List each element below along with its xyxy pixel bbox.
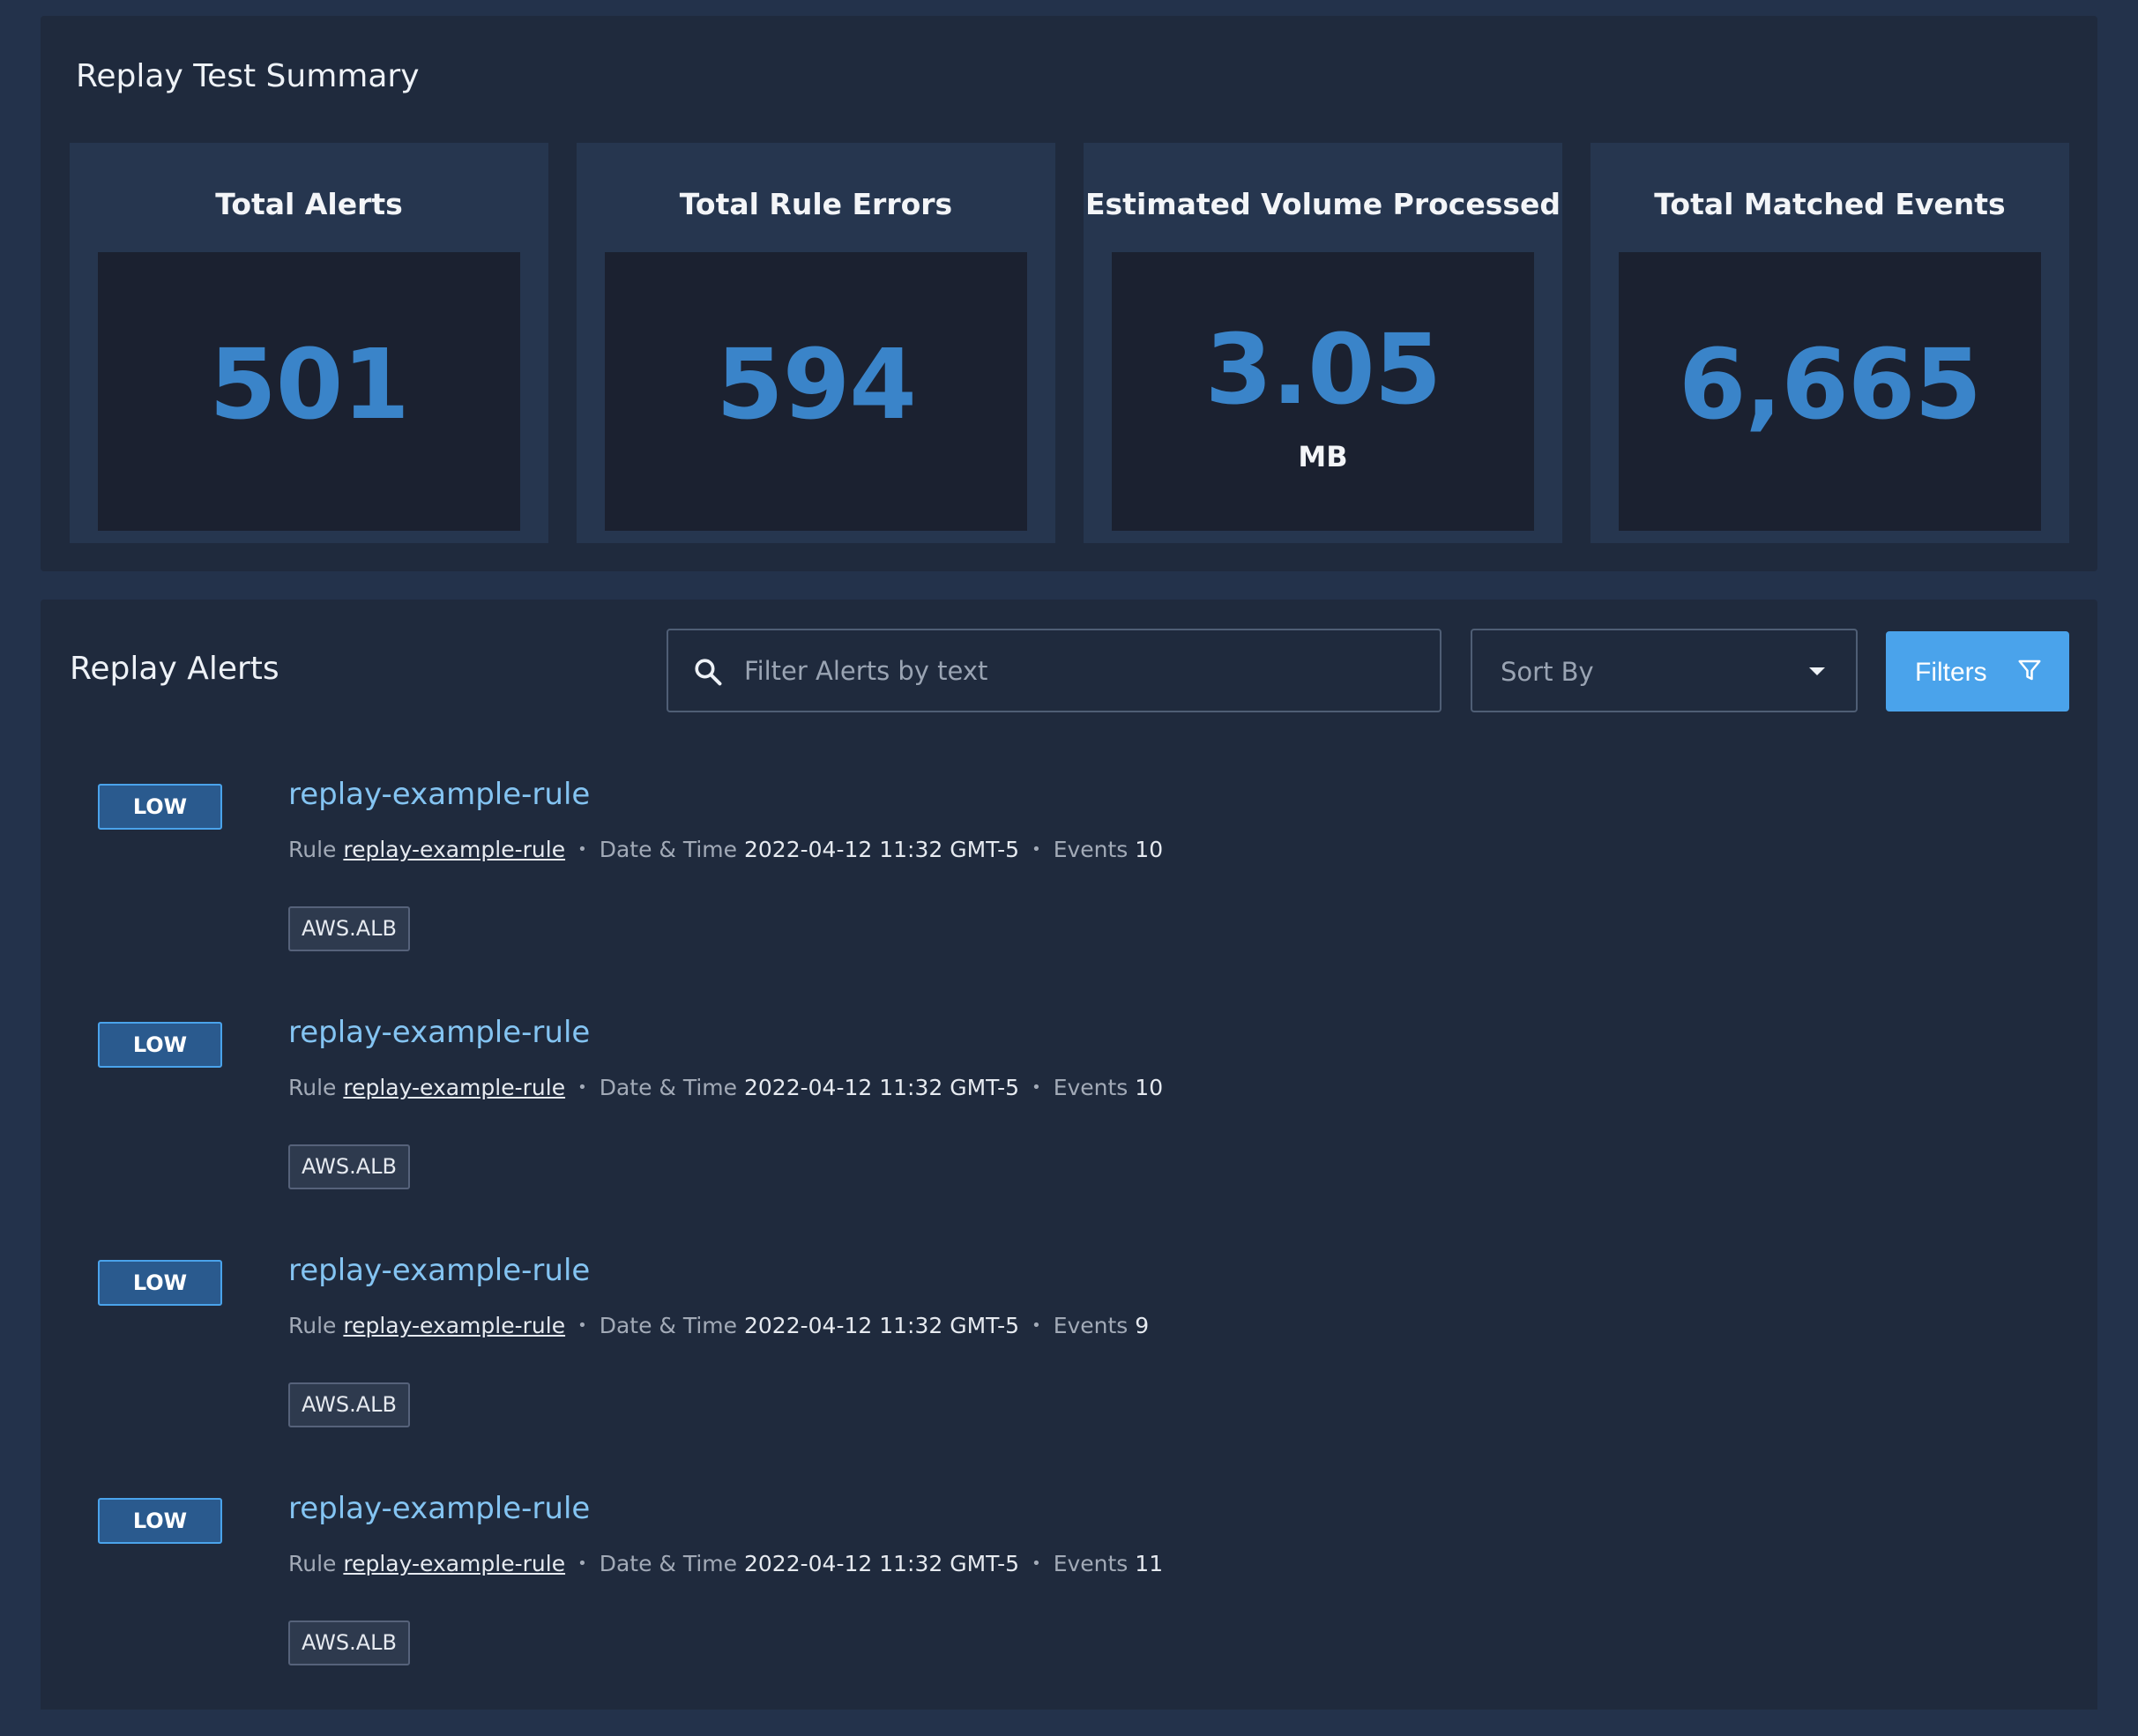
alerts-panel: Replay Alerts Sort By Filters LOW replay… [41, 600, 2097, 1710]
alert-datetime: 2022-04-12 11:32 GMT-5 [743, 1075, 1020, 1100]
alert-title-link[interactable]: replay-example-rule [288, 1015, 590, 1050]
filters-button[interactable]: Filters [1886, 631, 2069, 712]
rule-meta-label: Rule [288, 1075, 337, 1100]
severity-badge: LOW [98, 1498, 222, 1544]
separator-dot: • [577, 1078, 587, 1097]
stat-box: 6,665 [1619, 252, 2041, 531]
stat-label: Total Rule Errors [679, 187, 953, 221]
rule-link[interactable]: replay-example-rule [343, 837, 565, 862]
separator-dot: • [1032, 1316, 1041, 1335]
alert-meta: Rule replay-example-rule • Date & Time 202… [288, 1313, 1149, 1338]
datetime-meta-label: Date & Time [599, 1075, 738, 1100]
stat-box: 594 [605, 252, 1027, 531]
stat-unit: MB [1298, 440, 1348, 473]
search-box [667, 629, 1441, 712]
alert-title-link[interactable]: replay-example-rule [288, 1491, 590, 1526]
rule-meta-label: Rule [288, 837, 337, 862]
stat-label: Estimated Volume Processed [1084, 187, 1561, 221]
separator-dot: • [1032, 1078, 1041, 1097]
stat-card-total-alerts: Total Alerts 501 [70, 143, 548, 543]
events-meta-label: Events [1053, 1075, 1129, 1100]
stat-label: Total Alerts [215, 187, 403, 221]
sort-by-select[interactable]: Sort By [1471, 629, 1858, 712]
separator-dot: • [577, 840, 587, 859]
log-type-tag: AWS.ALB [288, 1621, 410, 1665]
rule-meta-label: Rule [288, 1313, 337, 1338]
stat-card-estimated-volume: Estimated Volume Processed 3.05 MB [1084, 143, 1562, 543]
separator-dot: • [1032, 840, 1041, 859]
stat-value: 594 [716, 328, 917, 441]
rule-link[interactable]: replay-example-rule [343, 1075, 565, 1100]
stat-value: 501 [209, 328, 410, 441]
datetime-meta-label: Date & Time [599, 1551, 738, 1576]
stat-box: 3.05 MB [1112, 252, 1534, 531]
separator-dot: • [577, 1554, 587, 1573]
summary-title: Replay Test Summary [76, 58, 420, 94]
alert-item: LOW replay-example-rule Rule replay-exam… [41, 1491, 2097, 1736]
alert-datetime: 2022-04-12 11:32 GMT-5 [743, 1551, 1020, 1576]
alert-events-count: 10 [1135, 837, 1164, 862]
alert-title-link[interactable]: replay-example-rule [288, 777, 590, 812]
log-type-tag: AWS.ALB [288, 1144, 410, 1189]
alert-item: LOW replay-example-rule Rule replay-exam… [41, 1253, 2097, 1498]
sort-by-label: Sort By [1501, 657, 1594, 687]
chevron-down-icon [1809, 667, 1825, 675]
events-meta-label: Events [1053, 837, 1129, 862]
severity-badge: LOW [98, 784, 222, 830]
filter-icon [2018, 659, 2041, 681]
alert-item: LOW replay-example-rule Rule replay-exam… [41, 777, 2097, 1022]
datetime-meta-label: Date & Time [599, 837, 738, 862]
rule-link[interactable]: replay-example-rule [343, 1313, 565, 1338]
severity-badge: LOW [98, 1022, 222, 1068]
events-meta-label: Events [1053, 1313, 1129, 1338]
alert-meta: Rule replay-example-rule • Date & Time 202… [288, 837, 1163, 862]
separator-dot: • [577, 1316, 587, 1335]
alert-events-count: 9 [1135, 1313, 1150, 1338]
alert-datetime: 2022-04-12 11:32 GMT-5 [743, 837, 1020, 862]
filters-label: Filters [1915, 658, 1987, 687]
stat-box: 501 [98, 252, 520, 531]
search-input[interactable] [742, 630, 1421, 711]
events-meta-label: Events [1053, 1551, 1129, 1576]
stat-value: 3.05 [1204, 313, 1441, 426]
datetime-meta-label: Date & Time [599, 1313, 738, 1338]
rule-link[interactable]: replay-example-rule [343, 1551, 565, 1576]
log-type-tag: AWS.ALB [288, 906, 410, 951]
alerts-title: Replay Alerts [70, 651, 279, 687]
log-type-tag: AWS.ALB [288, 1382, 410, 1427]
summary-panel: Replay Test Summary Total Alerts 501 Tot… [41, 16, 2097, 571]
search-icon [695, 659, 722, 686]
stat-value: 6,665 [1679, 328, 1982, 441]
severity-badge: LOW [98, 1260, 222, 1306]
alert-meta: Rule replay-example-rule • Date & Time 202… [288, 1075, 1163, 1100]
alert-events-count: 10 [1135, 1075, 1164, 1100]
alert-meta: Rule replay-example-rule • Date & Time 202… [288, 1551, 1163, 1576]
separator-dot: • [1032, 1554, 1041, 1573]
stat-card-total-rule-errors: Total Rule Errors 594 [577, 143, 1055, 543]
stat-card-total-matched-events: Total Matched Events 6,665 [1590, 143, 2069, 543]
alert-item: LOW replay-example-rule Rule replay-exam… [41, 1015, 2097, 1260]
rule-meta-label: Rule [288, 1551, 337, 1576]
alert-events-count: 11 [1135, 1551, 1164, 1576]
alert-datetime: 2022-04-12 11:32 GMT-5 [743, 1313, 1020, 1338]
stat-label: Total Matched Events [1654, 187, 2006, 221]
alert-title-link[interactable]: replay-example-rule [288, 1253, 590, 1288]
